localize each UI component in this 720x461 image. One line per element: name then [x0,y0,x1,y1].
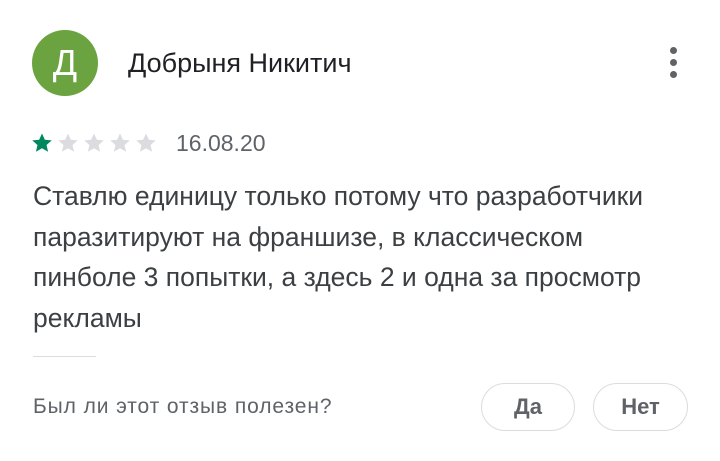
helpful-yes-button[interactable]: Да [481,383,575,431]
review-date: 16.08.20 [176,130,266,156]
star-rating [30,131,158,155]
review-text: Ставлю единицу только потому что разрабо… [33,181,644,333]
helpful-question: Был ли этот отзыв полезен? [33,395,333,418]
divider [33,356,96,357]
star-empty-icon [110,133,130,152]
review-card: Д Добрыня Никитич 16.08.20 Ставлю единиц… [0,0,720,461]
star-filled-icon [32,133,52,152]
star-empty-icon [84,133,104,152]
more-vert-icon [669,46,677,54]
rating-row: 16.08.20 [30,128,266,158]
more-options-button[interactable] [656,40,690,84]
star-empty-icon [58,133,78,152]
author-name: Добрыня Никитич [128,48,352,78]
more-vert-icon [669,58,677,66]
more-vert-icon [669,70,677,78]
star-empty-icon [136,133,156,152]
avatar: Д [32,30,98,96]
helpful-no-button[interactable]: Нет [593,383,688,431]
